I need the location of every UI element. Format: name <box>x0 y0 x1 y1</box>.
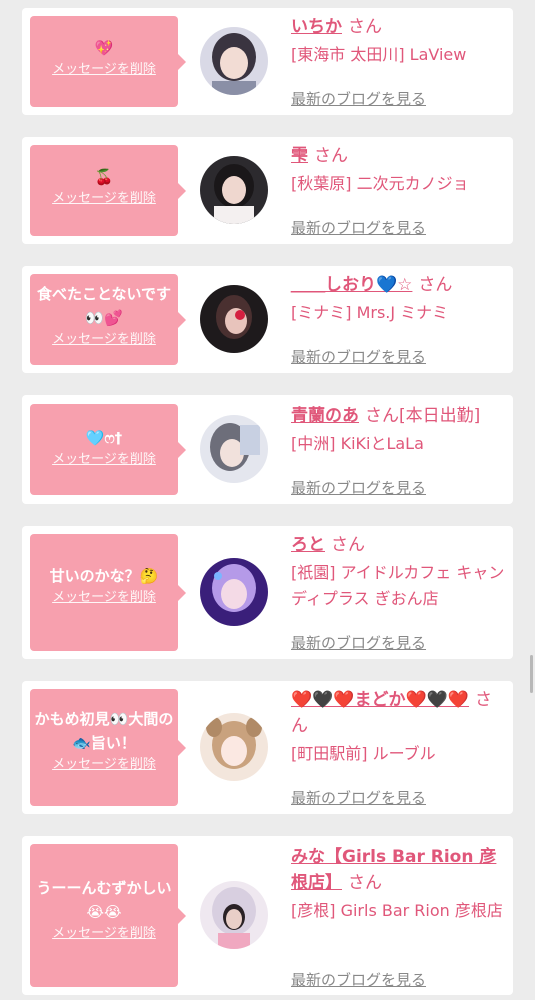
shop-name: [秋葉原] 二次元カノジョ <box>291 174 469 193</box>
cast-name-link[interactable]: ❤️🖤❤️まどか❤️🖤❤️ <box>291 690 469 710</box>
honorific: さん <box>314 146 348 166</box>
avatar[interactable] <box>200 881 268 949</box>
honorific: さん <box>418 275 453 295</box>
message-bubble: 🩵ෆ† メッセージを削除 <box>30 404 186 495</box>
message-text: かもめ初見👀大間の🐟旨い！ <box>34 710 174 752</box>
cast-info: いちか さん [東海市 太田川] LaView 最新のブログを見る <box>291 14 507 108</box>
shop-name: [彦根] Girls Bar Rion 彦根店 <box>291 901 503 920</box>
avatar[interactable] <box>200 156 268 224</box>
shop-name: [祇園] アイドルカフェ キャンディプラス ぎおん店 <box>291 563 505 608</box>
message-bubble: うーーんむずかしい😭😭 メッセージを削除 <box>30 844 186 987</box>
cast-info: ろと さん [祇園] アイドルカフェ キャンディプラス ぎおん店 最新のブログを見… <box>291 532 507 652</box>
cast-name-link[interactable]: ＿＿しおり💙☆ <box>291 275 412 295</box>
message-text: 🩵ෆ† <box>85 429 123 447</box>
message-text: 食べたことないです👀💕 <box>36 285 172 327</box>
message-bubble: 食べたことないです👀💕 メッセージを削除 <box>30 274 186 365</box>
list-item: 🍒 メッセージを削除 雫さん [秋葉原] 二次元カノジョ 最新のブログを見る <box>22 137 513 244</box>
list-item: 食べたことないです👀💕 メッセージを削除 ＿＿しおり💙☆ さん [ミナミ] Mrs… <box>22 266 513 373</box>
message-text: 🍒 <box>94 168 114 186</box>
honorific: さん <box>331 535 365 555</box>
delete-message-link[interactable]: メッセージを削除 <box>34 450 174 470</box>
latest-blog-link[interactable]: 最新のブログを見る <box>291 787 426 809</box>
delete-message-link[interactable]: メッセージを削除 <box>34 330 174 350</box>
cast-info: みな【Girls Bar Rion 彦根店】 さん [彦根] Girls Bar … <box>291 844 507 989</box>
message-text: 💖 <box>94 39 114 57</box>
latest-blog-link[interactable]: 最新のブログを見る <box>291 217 426 239</box>
list-item: 💖 メッセージを削除 いちか さん [東海市 太田川] LaView 最新のブログ… <box>22 8 513 115</box>
list-item: うーーんむずかしい😭😭 メッセージを削除 みな【Girls Bar Rion 彦… <box>22 836 513 995</box>
avatar[interactable] <box>200 558 268 626</box>
message-bubble: 🍒 メッセージを削除 <box>30 145 186 236</box>
shop-name: [ミナミ] Mrs.J ミナミ <box>291 303 449 322</box>
delete-message-link[interactable]: メッセージを削除 <box>34 60 174 80</box>
latest-blog-link[interactable]: 最新のブログを見る <box>291 969 426 991</box>
avatar[interactable] <box>200 713 268 781</box>
cast-name-link[interactable]: 雫 <box>291 146 308 166</box>
latest-blog-link[interactable]: 最新のブログを見る <box>291 632 426 654</box>
message-bubble: 💖 メッセージを削除 <box>30 16 186 107</box>
cast-name-link[interactable]: 青蘭のあ <box>291 406 359 426</box>
cast-name-link[interactable]: いちか <box>291 17 342 37</box>
cast-name-link[interactable]: ろと <box>291 535 325 555</box>
attendance-badge: [本日出勤] <box>399 406 481 426</box>
delete-message-link[interactable]: メッセージを削除 <box>34 189 174 209</box>
list-item: 🩵ෆ† メッセージを削除 青蘭のあ さん[本日出勤] [中洲] KiKiとLaLa… <box>22 395 513 504</box>
message-text: うーーんむずかしい😭😭 <box>36 879 172 921</box>
list-item: かもめ初見👀大間の🐟旨い！ メッセージを削除 ❤️🖤❤️まどか❤️🖤❤️ さん [… <box>22 681 513 814</box>
shop-name: [町田駅前] ルーブル <box>291 744 436 763</box>
delete-message-link[interactable]: メッセージを削除 <box>34 755 174 775</box>
honorific: さん <box>365 406 399 426</box>
honorific: さん <box>348 873 382 893</box>
scrollbar[interactable] <box>530 655 533 693</box>
cast-info: ❤️🖤❤️まどか❤️🖤❤️ さん [町田駅前] ルーブル 最新のブログを見る <box>291 687 507 807</box>
latest-blog-link[interactable]: 最新のブログを見る <box>291 346 426 368</box>
message-list: 💖 メッセージを削除 いちか さん [東海市 太田川] LaView 最新のブログ… <box>0 0 535 1000</box>
list-item: 甘いのかな？🤔 メッセージを削除 ろと さん [祇園] アイドルカフェ キャンディ… <box>22 526 513 659</box>
message-bubble: 甘いのかな？🤔 メッセージを削除 <box>30 534 186 651</box>
cast-info: ＿＿しおり💙☆ さん [ミナミ] Mrs.J ミナミ 最新のブログを見る <box>291 272 507 366</box>
latest-blog-link[interactable]: 最新のブログを見る <box>291 88 426 110</box>
delete-message-link[interactable]: メッセージを削除 <box>34 588 174 608</box>
message-bubble: かもめ初見👀大間の🐟旨い！ メッセージを削除 <box>30 689 186 806</box>
cast-info: 雫さん [秋葉原] 二次元カノジョ 最新のブログを見る <box>291 143 507 237</box>
delete-message-link[interactable]: メッセージを削除 <box>34 924 174 944</box>
avatar[interactable] <box>200 27 268 95</box>
honorific: さん <box>348 17 382 37</box>
message-text: 甘いのかな？🤔 <box>49 567 159 585</box>
avatar[interactable] <box>200 415 268 483</box>
shop-name: [東海市 太田川] LaView <box>291 45 467 64</box>
shop-name: [中洲] KiKiとLaLa <box>291 434 424 453</box>
cast-info: 青蘭のあ さん[本日出勤] [中洲] KiKiとLaLa 最新のブログを見る <box>291 403 507 497</box>
latest-blog-link[interactable]: 最新のブログを見る <box>291 477 426 499</box>
cast-name-link[interactable]: みな【Girls Bar Rion 彦根店】 <box>291 847 496 893</box>
avatar[interactable] <box>200 285 268 353</box>
